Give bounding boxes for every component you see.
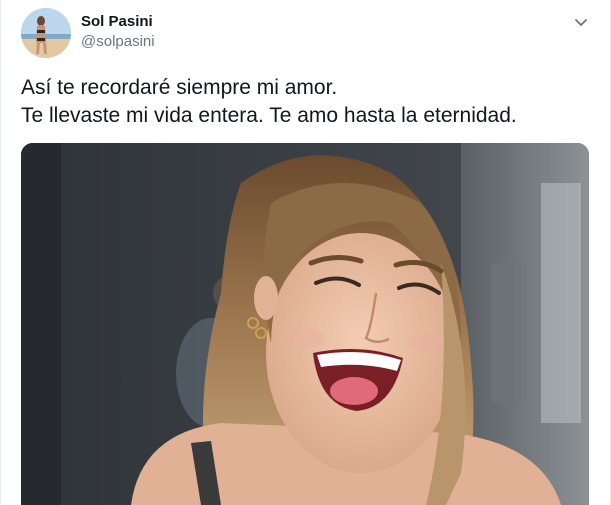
chevron-down-icon[interactable] <box>571 12 591 32</box>
profile-photo <box>21 8 71 58</box>
photo-laughing-woman <box>21 143 589 505</box>
tweet-text-line: Así te recordaré siempre mi amor. <box>21 76 338 99</box>
author-handle[interactable]: @solpasini <box>81 33 155 50</box>
tweet-text: Así te recordaré siempre mi amor. Te lle… <box>21 74 591 130</box>
tweet-photo[interactable] <box>21 143 589 505</box>
author-name[interactable]: Sol Pasini <box>81 13 153 30</box>
tweet-card: Sol Pasini @solpasini Así te recordaré s… <box>0 0 611 505</box>
avatar[interactable] <box>21 8 71 58</box>
tweet-text-line: Te llevaste mi vida entera. Te amo hasta… <box>21 104 517 127</box>
